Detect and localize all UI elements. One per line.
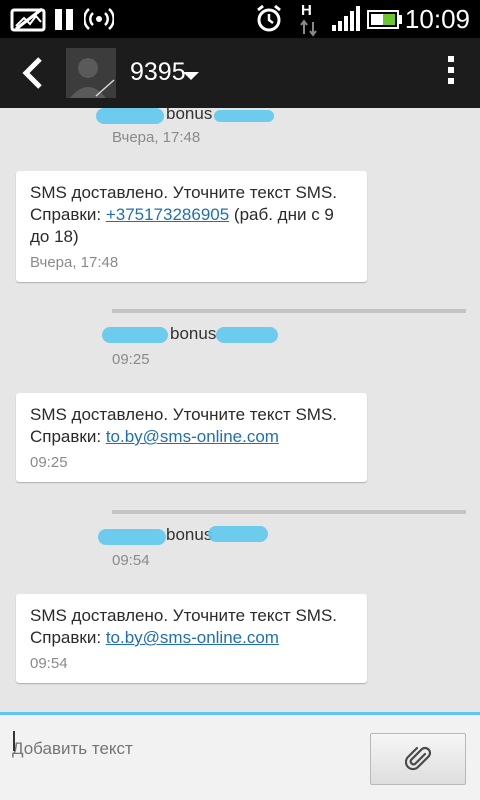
redaction-mark	[208, 526, 268, 542]
redaction-mark	[216, 327, 278, 343]
sent-message-text: bonus	[170, 324, 217, 343]
paperclip-icon	[405, 746, 432, 771]
redaction-mark	[214, 110, 274, 122]
back-arrow-icon[interactable]	[14, 52, 54, 94]
received-message[interactable]: SMS доставлено. Уточните текст SMS. Спра…	[16, 393, 367, 482]
message-input[interactable]	[12, 729, 352, 769]
sent-message-text: bonus	[166, 108, 213, 123]
redaction-mark	[98, 529, 166, 545]
message-timestamp: 09:25	[112, 351, 150, 368]
network-h-icon: H	[298, 0, 320, 38]
overflow-menu-icon[interactable]	[446, 56, 456, 90]
message-list[interactable]: bonus Вчера, 17:48 SMS доставлено. Уточн…	[0, 108, 480, 712]
pause-icon	[55, 9, 73, 30]
alarm-icon	[257, 4, 281, 32]
contact-avatar[interactable]	[66, 48, 116, 98]
status-bar: H 10:09	[0, 0, 480, 38]
contact-name[interactable]: 9395	[130, 58, 186, 87]
conversation-header: 9395	[0, 38, 480, 108]
divider	[112, 309, 466, 313]
battery-icon	[367, 10, 402, 29]
chevron-down-icon[interactable]	[183, 72, 199, 80]
divider	[112, 510, 466, 514]
email-link[interactable]: to.by@sms-online.com	[106, 628, 279, 647]
message-timestamp: Вчера, 17:48	[30, 254, 119, 271]
composer	[0, 712, 480, 800]
message-timestamp: 09:25	[30, 454, 68, 471]
status-time: 10:09	[404, 4, 470, 34]
phone-link[interactable]: +375173286905	[106, 205, 229, 224]
message-body: SMS доставлено. Уточните текст SMS. Спра…	[30, 404, 353, 448]
message-body: SMS доставлено. Уточните текст SMS. Спра…	[30, 605, 353, 649]
message-timestamp: 09:54	[30, 655, 68, 672]
redaction-mark	[102, 327, 168, 343]
message-body: SMS доставлено. Уточните текст SMS. Спра…	[30, 182, 353, 248]
email-link[interactable]: to.by@sms-online.com	[106, 427, 279, 446]
attach-button[interactable]	[370, 733, 466, 785]
message-timestamp: 09:54	[112, 552, 150, 569]
received-message[interactable]: SMS доставлено. Уточните текст SMS. Спра…	[16, 171, 367, 282]
wifi-hotspot-icon	[84, 8, 114, 30]
signal-icon	[332, 6, 360, 31]
received-message[interactable]: SMS доставлено. Уточните текст SMS. Спра…	[16, 594, 367, 683]
text-cursor	[13, 731, 15, 751]
message-timestamp: Вчера, 17:48	[112, 129, 201, 146]
image-off-icon	[10, 7, 46, 32]
sent-message-text: bonus	[166, 525, 213, 544]
redaction-mark	[96, 108, 164, 124]
